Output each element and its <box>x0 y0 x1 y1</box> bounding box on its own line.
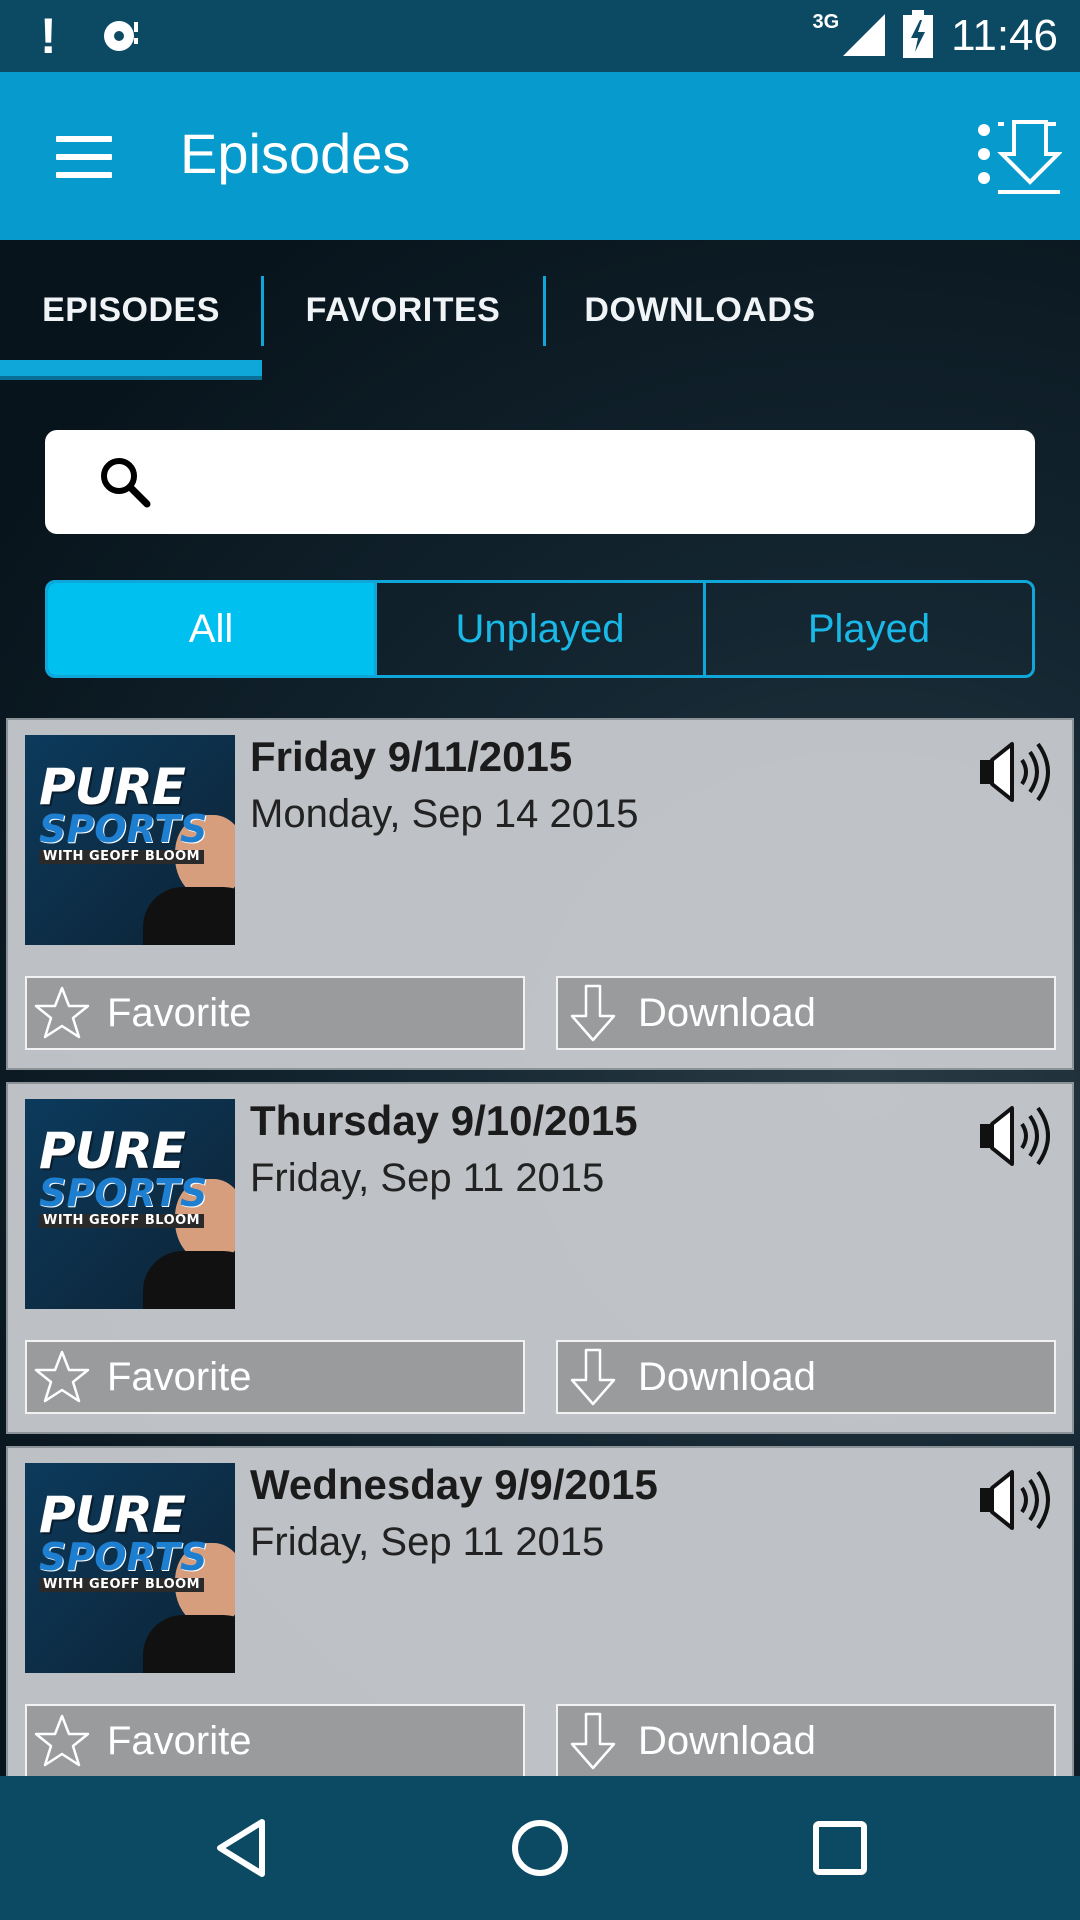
logo-text: PURE <box>39 758 186 816</box>
alert-icon: ! <box>40 8 57 64</box>
download-label: Download <box>638 1354 816 1399</box>
download-arrow-icon <box>570 1712 616 1770</box>
download-queue-icon[interactable] <box>978 120 1063 196</box>
episode-card[interactable]: PURE SPORTS WITH GEOFF BLOOM Thursday 9/… <box>6 1082 1074 1434</box>
tab-favorites[interactable]: FAVORITES <box>262 240 544 380</box>
content-area: EPISODES FAVORITES DOWNLOADS All Unplaye… <box>0 240 1080 1776</box>
logo-text: SPORTS <box>39 1535 208 1579</box>
logo-text: SPORTS <box>39 1171 208 1215</box>
favorite-button[interactable]: Favorite <box>25 976 525 1050</box>
download-arrow-icon <box>570 984 616 1042</box>
episode-date: Monday, Sep 14 2015 <box>250 792 639 836</box>
logo-text: SPORTS <box>39 807 208 851</box>
filter-all[interactable]: All <box>48 583 374 675</box>
episode-title: Wednesday 9/9/2015 <box>250 1461 658 1508</box>
logo-text: WITH GEOFF BLOOM <box>39 1214 205 1228</box>
episode-date: Friday, Sep 11 2015 <box>250 1156 605 1200</box>
download-label: Download <box>638 990 816 1035</box>
back-icon[interactable] <box>210 1816 274 1880</box>
logo-text: WITH GEOFF BLOOM <box>39 850 205 864</box>
recents-icon[interactable] <box>808 1816 872 1880</box>
speaker-icon[interactable] <box>978 740 1058 804</box>
download-button[interactable]: Download <box>556 1704 1056 1776</box>
logo-text: PURE <box>39 1122 186 1180</box>
search-icon <box>101 458 151 508</box>
signal-icon <box>841 12 886 61</box>
download-arrow-icon <box>570 1348 616 1406</box>
status-bar: ! 3G 11:46 <box>0 0 1080 72</box>
logo-text: WITH GEOFF BLOOM <box>39 1578 205 1592</box>
episode-card[interactable]: PURE SPORTS WITH GEOFF BLOOM Friday 9/11… <box>6 718 1074 1070</box>
tab-downloads[interactable]: DOWNLOADS <box>544 240 856 380</box>
system-nav-bar <box>0 1776 1080 1920</box>
favorite-label: Favorite <box>107 1354 252 1399</box>
episode-thumbnail: PURE SPORTS WITH GEOFF BLOOM <box>25 1099 235 1309</box>
filter-played[interactable]: Played <box>703 583 1032 675</box>
episode-date: Friday, Sep 11 2015 <box>250 1520 605 1564</box>
episode-card[interactable]: PURE SPORTS WITH GEOFF BLOOM Wednesday 9… <box>6 1446 1074 1776</box>
logo-text: PURE <box>39 1486 186 1544</box>
episode-thumbnail: PURE SPORTS WITH GEOFF BLOOM <box>25 735 235 945</box>
clock: 11:46 <box>951 11 1058 60</box>
download-button[interactable]: Download <box>556 976 1056 1050</box>
home-icon[interactable] <box>508 1816 572 1880</box>
episode-thumbnail: PURE SPORTS WITH GEOFF BLOOM <box>25 1463 235 1673</box>
search-box[interactable] <box>45 430 1035 534</box>
active-tab-indicator <box>0 360 262 380</box>
page-title: Episodes <box>180 122 411 185</box>
episode-title: Friday 9/11/2015 <box>250 733 573 780</box>
speaker-icon[interactable] <box>978 1468 1058 1532</box>
speaker-icon[interactable] <box>978 1104 1058 1168</box>
tab-episodes[interactable]: EPISODES <box>0 240 262 380</box>
menu-icon[interactable] <box>56 136 112 178</box>
sync-disc-icon <box>101 16 147 56</box>
star-icon <box>34 1350 90 1403</box>
network-type: 3G <box>812 10 840 33</box>
battery-charging-icon <box>903 9 934 63</box>
search-input[interactable] <box>175 450 1019 516</box>
episode-title: Thursday 9/10/2015 <box>250 1097 638 1144</box>
favorite-button[interactable]: Favorite <box>25 1340 525 1414</box>
star-icon <box>34 1714 90 1767</box>
favorite-button[interactable]: Favorite <box>25 1704 525 1776</box>
star-icon <box>34 986 90 1039</box>
download-label: Download <box>638 1718 816 1763</box>
filter-unplayed[interactable]: Unplayed <box>374 583 703 675</box>
tab-bar: EPISODES FAVORITES DOWNLOADS <box>0 240 1080 380</box>
favorite-label: Favorite <box>107 990 252 1035</box>
app-bar: Episodes <box>0 72 1080 240</box>
filter-segmented-control: All Unplayed Played <box>45 580 1035 678</box>
download-button[interactable]: Download <box>556 1340 1056 1414</box>
favorite-label: Favorite <box>107 1718 252 1763</box>
